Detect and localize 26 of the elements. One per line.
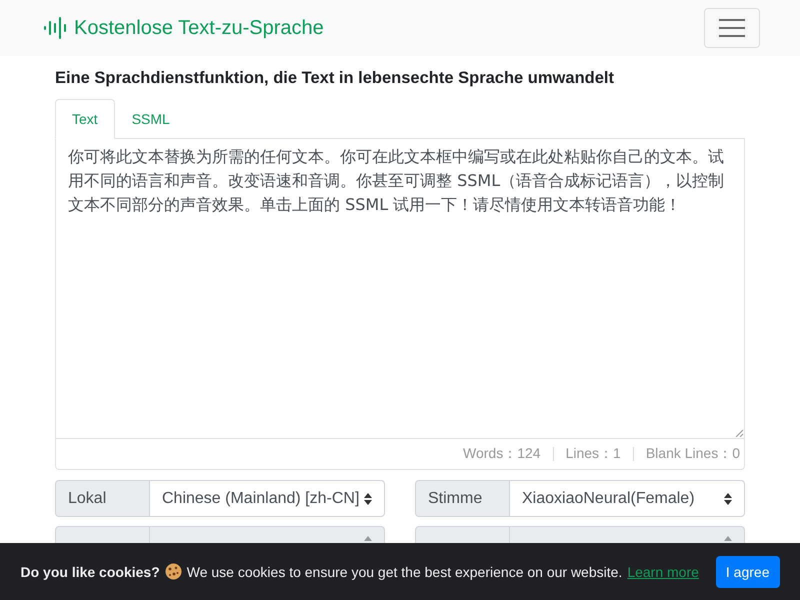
cookie-message: We use cookies to ensure you get the best experience on our website. [186, 564, 622, 580]
resize-grip-icon[interactable] [735, 429, 743, 437]
caret-up-icon [364, 536, 372, 541]
tab[interactable]: SSML [114, 99, 187, 139]
sort-caret-icon [364, 492, 372, 504]
caret-up-icon [724, 536, 732, 541]
tab[interactable]: Text [55, 99, 115, 139]
sort-caret-icon [724, 492, 732, 504]
text-editor[interactable]: 你可将此文本替换为所需的任何文本。你可在此文本框中编写或在此处粘贴你自己的文本。试用不同的语言和声音。改变语速和音调。你甚至可调整 SSML（语音合成标记语言），以控制文本不同部分的声音效果。单击上面的 SSML 试用一下！请尽情使用文本转语音功能！ [55, 139, 745, 439]
sound-wave-icon [43, 17, 67, 39]
agree-button[interactable]: I agree [716, 556, 780, 588]
stat-text: Words：124 [463, 445, 541, 463]
field-label: Stimme [415, 480, 510, 517]
menu-icon [719, 18, 745, 38]
text-area-content: 你可将此文本替换为所需的任何文本。你可在此文本框中编写或在此处粘贴你自己的文本。试用不同的语言和声音。改变语速和音调。你甚至可调整 SSML（语音合成标记语言），以控制文本不同部分的声音效果。单击上面的 SSML 试用一下！请尽情使用文本转语音功能！ [68, 146, 726, 216]
menu-button[interactable] [704, 8, 760, 48]
field-label: Lokal [55, 480, 150, 517]
page-heading: Eine Sprachdienstfunktion, die Text in lebensechte Sprache umwandelt [55, 69, 615, 88]
cookie-icon [164, 563, 182, 580]
site-title-link[interactable]: Kostenlose Text-zu-Sprache [74, 16, 324, 40]
select-field[interactable]: Chinese (Mainland) [zh-CN] [150, 480, 385, 517]
learn-more-link[interactable]: Learn more [627, 564, 699, 580]
stat-text: Lines：1 [566, 445, 621, 463]
stat-text: Blank Lines：0 [646, 445, 740, 463]
select-field[interactable]: XiaoxiaoNeural(Female) [510, 480, 745, 517]
cookie-title: Do you like cookies? [20, 564, 160, 580]
